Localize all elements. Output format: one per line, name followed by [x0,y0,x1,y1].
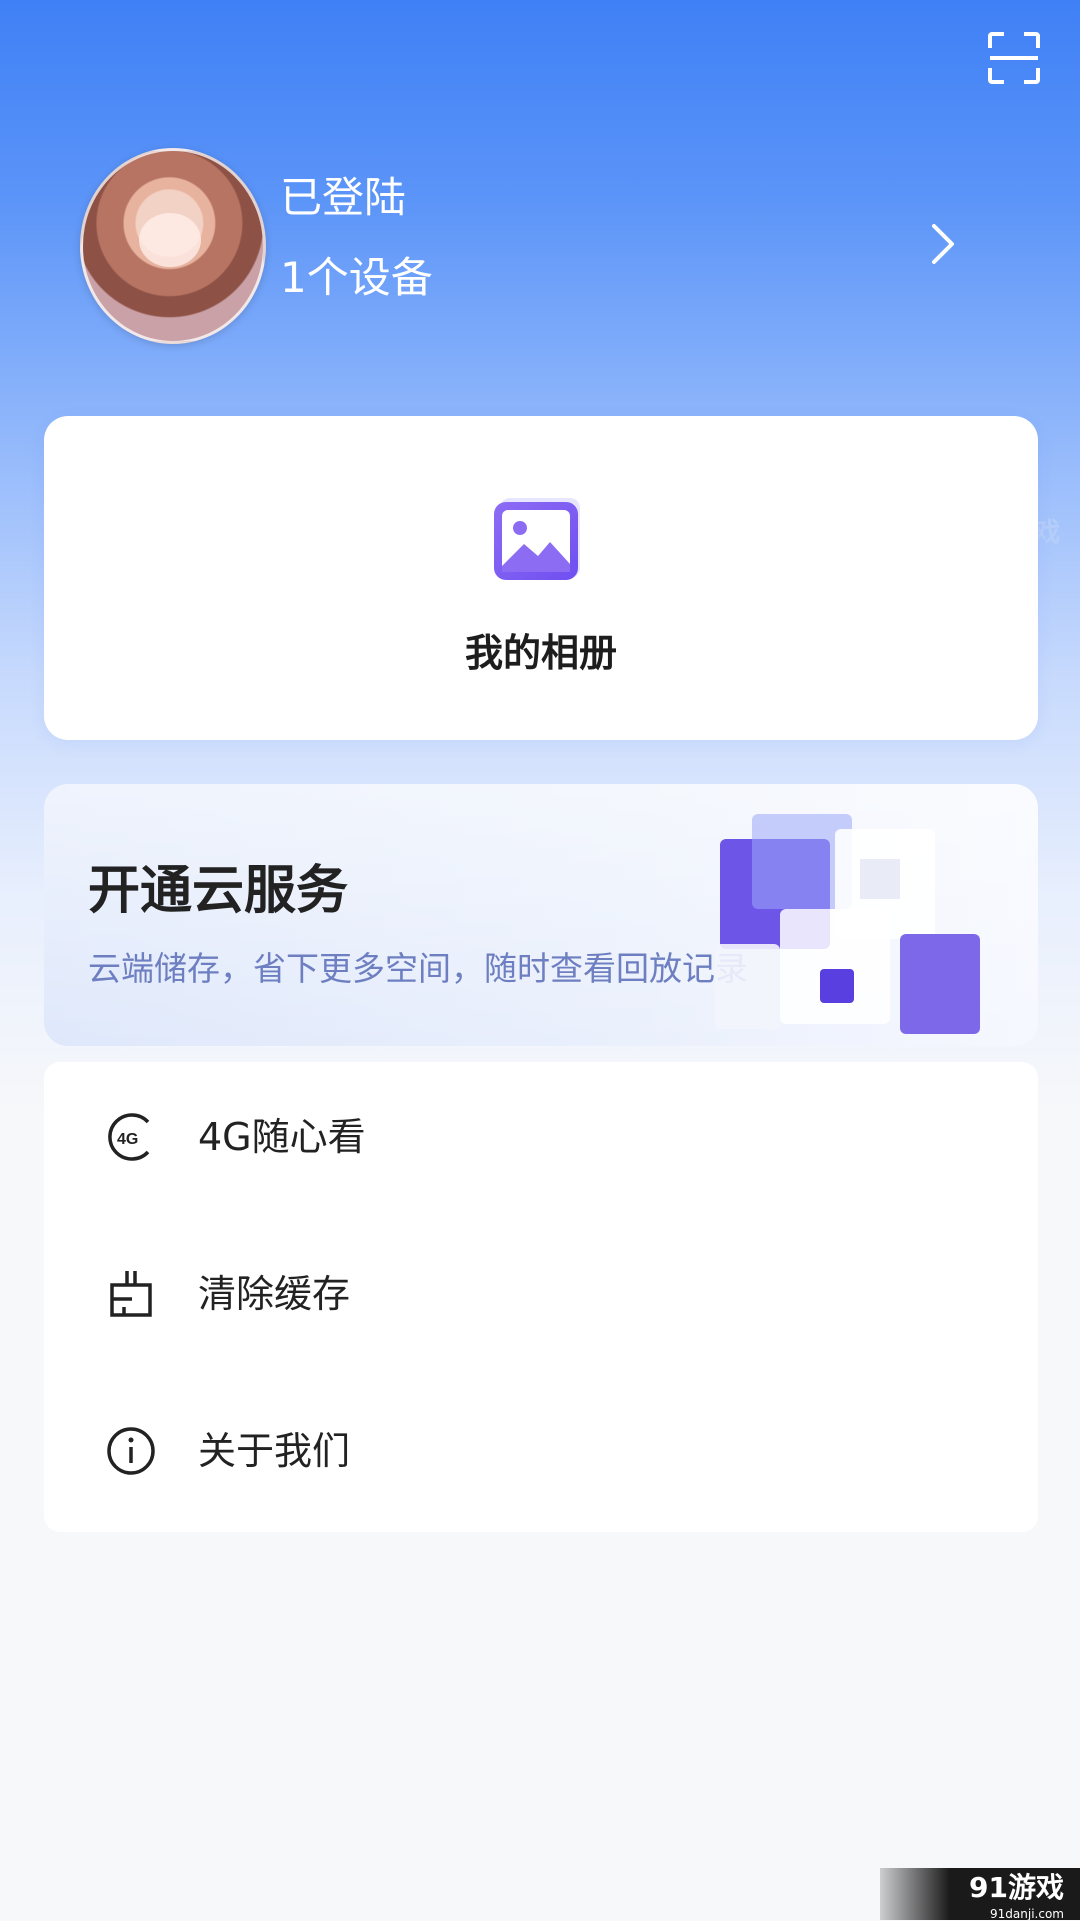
login-status: 已登陆 [280,173,407,222]
scan-icon[interactable] [986,30,1042,86]
svg-text:4G: 4G [117,1131,138,1148]
menu-item-clear-cache[interactable]: 清除缓存 [44,1219,1038,1375]
my-album-card[interactable]: 我的相册 [44,416,1038,740]
menu-item-4g[interactable]: 4G 4G随心看 [44,1062,1038,1218]
cloud-service-title: 开通云服务 [88,861,349,921]
watermark-bottom: 91游戏 91danji.com [880,1868,1080,1920]
info-icon [107,1427,155,1475]
broom-icon [110,1271,152,1317]
settings-menu: 4G 4G随心看 清除缓存 关于我们 [44,1062,1038,1532]
user-info[interactable]: 已登陆 1个设备 [280,170,433,306]
menu-label-about: 关于我们 [198,1429,351,1473]
avatar[interactable] [80,148,266,344]
watermark-bottom-url: 91danji.com [990,1907,1064,1921]
4g-icon: 4G [108,1113,150,1161]
device-count: 1个设备 [280,253,433,302]
album-icon [494,498,580,580]
cloud-service-subtitle: 云端储存，省下更多空间，随时查看回放记录 [88,949,748,988]
menu-label-clear-cache: 清除缓存 [198,1272,351,1316]
menu-label-4g: 4G随心看 [198,1115,366,1159]
chevron-right-icon[interactable] [928,220,958,268]
menu-item-about[interactable]: 关于我们 [44,1376,1038,1532]
cloud-service-banner[interactable]: 开通云服务 云端储存，省下更多空间，随时查看回放记录 [44,784,1038,1046]
cube-illustration [715,814,980,1034]
album-label: 我的相册 [464,631,617,675]
watermark-bottom-text: 91游戏 [969,1871,1064,1904]
